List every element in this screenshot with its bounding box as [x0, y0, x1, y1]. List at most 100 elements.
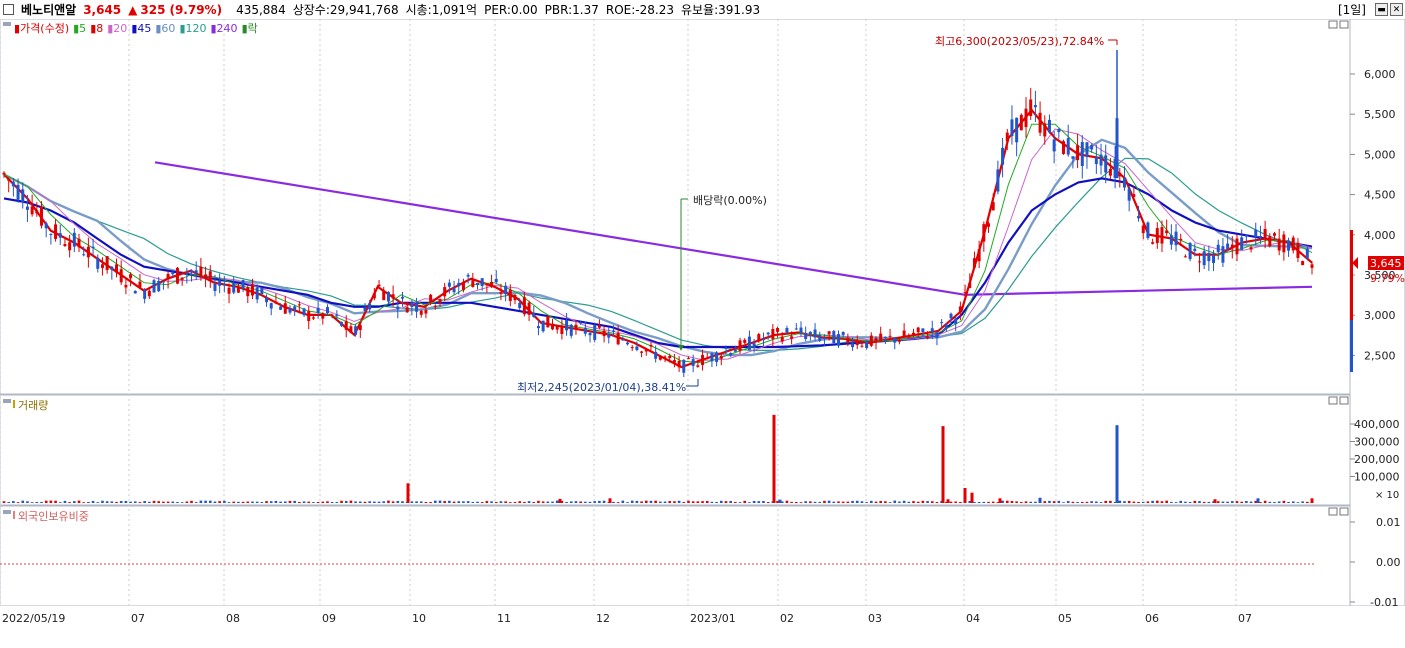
candle-body [944, 324, 948, 329]
candle-body [743, 339, 747, 343]
volume-bar [888, 502, 892, 503]
volume-bar [457, 501, 461, 503]
candle-body [1094, 157, 1098, 164]
candle-body [916, 327, 920, 333]
volume-peak-bar [558, 498, 562, 503]
volume-bar [335, 502, 339, 503]
candle-body [832, 330, 836, 344]
candle-body [588, 333, 592, 336]
minimize-icon[interactable]: ▬ [1375, 3, 1388, 16]
price-tick: 5,500 [1364, 108, 1396, 121]
candle-body [790, 336, 794, 339]
candle-body [682, 359, 686, 373]
stock-name[interactable]: 베노티앤알 [21, 1, 76, 18]
date-label: 10 [412, 612, 426, 625]
volume-bar [1263, 500, 1267, 503]
volume-bar [724, 501, 728, 503]
volume-bar [935, 502, 939, 503]
candle-body [1287, 240, 1291, 251]
candle-body [813, 329, 817, 338]
close-icon[interactable]: ✕ [1390, 3, 1403, 16]
volume-bar [251, 501, 254, 503]
candle-body [1146, 222, 1150, 239]
candle-body [363, 307, 367, 312]
svg-text:9.79%: 9.79% [1370, 272, 1405, 285]
candle-body [991, 202, 995, 211]
candle-body [874, 338, 878, 342]
candle-body [325, 307, 329, 314]
candle-body [752, 343, 756, 348]
period-selector[interactable]: [1일] [1338, 1, 1366, 18]
volume-bar [115, 501, 118, 503]
candle-body [822, 337, 826, 339]
volume-bar [1099, 502, 1103, 503]
volume-bar [635, 500, 639, 503]
volume-bar [171, 501, 175, 503]
candle-body [368, 303, 372, 310]
candle-body [1221, 246, 1225, 263]
stock-chart[interactable]: ▮가격(수정) ▮5 ▮8 ▮20 ▮45 ▮60 ▮120 ▮240 ▮락 최고6,300(2… [0, 19, 1405, 648]
volume-bar [612, 501, 615, 503]
volume-bar [569, 501, 573, 503]
date-label: 09 [322, 612, 336, 625]
volume-bar [626, 502, 629, 503]
candle-body [1118, 172, 1122, 177]
volume-peak-bar [406, 483, 410, 503]
candle-body [1137, 216, 1141, 219]
candle-body [40, 206, 44, 226]
candle-body [143, 290, 147, 299]
candle-body [461, 282, 465, 291]
volume-bar [35, 501, 39, 503]
volume-bar [49, 500, 53, 503]
volume-bar [870, 500, 873, 503]
candle-body [476, 282, 480, 286]
volume-bar [644, 500, 648, 503]
volume-bar [316, 501, 320, 503]
candle-body [766, 332, 770, 335]
volume-bar [832, 501, 836, 503]
candle-body [1212, 254, 1216, 263]
candle-body [246, 287, 250, 297]
volume-bar [584, 501, 587, 503]
volume-bar [213, 501, 217, 503]
roe-value: ROE:-28.23 [605, 2, 674, 17]
legend-item: ▮락 [242, 22, 258, 35]
candle-body [335, 314, 339, 316]
candle-body [354, 326, 358, 335]
candle-body [799, 327, 803, 334]
legend-item: ▮240 [211, 22, 238, 35]
candle-body [1310, 264, 1314, 268]
candle-body [621, 339, 625, 341]
candle-body [391, 294, 395, 299]
candle-body [649, 344, 653, 347]
svg-text:거래량: 거래량 [18, 399, 48, 412]
candle-body [1080, 141, 1084, 167]
candle-body [958, 306, 962, 313]
legend-item: ▮5 [73, 22, 86, 35]
volume-bar [330, 502, 334, 503]
candle-body [1291, 237, 1295, 251]
candle-body [668, 355, 672, 359]
candle-body [190, 270, 194, 273]
volume-bar [1118, 500, 1122, 503]
candle-body [776, 327, 780, 332]
volume-bar [1085, 501, 1089, 503]
volume-bar [926, 501, 929, 503]
volume-bar [1010, 500, 1014, 503]
candle-body [729, 353, 733, 356]
candle-body [583, 327, 587, 334]
select-checkbox[interactable] [3, 4, 14, 15]
volume-bar [1104, 500, 1108, 503]
volume-bar [682, 502, 686, 503]
candle-body [686, 358, 690, 360]
candle-body [1104, 155, 1108, 173]
candle-body [616, 332, 620, 345]
volume-bar [752, 500, 756, 503]
volume-bar [973, 502, 976, 503]
candle-body [236, 286, 240, 293]
candle-body [424, 310, 428, 314]
volume-bar [298, 501, 301, 503]
volume-bar [344, 500, 348, 503]
legend-item: ▮8 [90, 22, 103, 35]
volume-bar [677, 500, 681, 503]
